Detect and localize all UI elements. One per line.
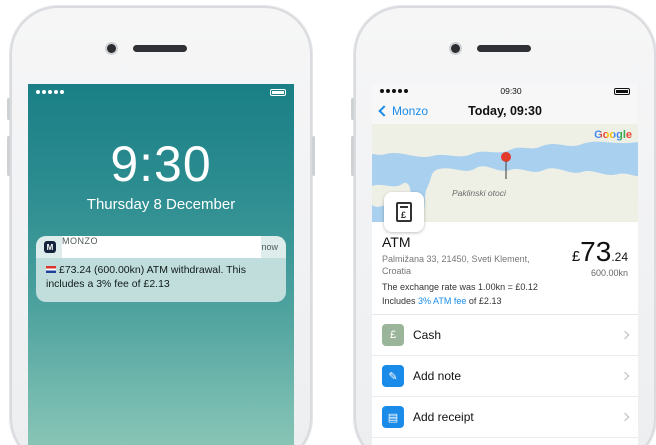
fee-text: Includes 3% ATM fee of £2.13 bbox=[382, 296, 628, 306]
lock-date: Thursday 8 December bbox=[86, 196, 236, 213]
row-label: Add note bbox=[413, 369, 462, 383]
power-button bbox=[312, 136, 315, 176]
lock-clock: 9:30 bbox=[110, 136, 212, 192]
transaction-amount: £73.24 bbox=[572, 236, 628, 268]
notification-time: now bbox=[261, 242, 278, 252]
amount-minor: .24 bbox=[611, 250, 628, 264]
chevron-left-icon bbox=[378, 105, 390, 117]
google-logo: Google bbox=[594, 129, 632, 141]
front-camera bbox=[107, 44, 116, 53]
signal-icon bbox=[380, 89, 408, 93]
receipt-icon: ▤ bbox=[382, 406, 404, 428]
phone-frame-left: 9:30 Thursday 8 December M MONZO now £73… bbox=[7, 6, 315, 445]
chevron-right-icon bbox=[620, 412, 630, 422]
atm-merchant-icon: £ bbox=[384, 192, 424, 232]
signal-icon bbox=[36, 90, 64, 94]
earpiece-speaker bbox=[477, 45, 531, 52]
chevron-right-icon bbox=[620, 330, 630, 340]
transaction-details: ATM £73.24 600.00kn Palmižana 33, 21450,… bbox=[372, 234, 638, 306]
volume-up-button bbox=[7, 136, 10, 176]
notification-app-name: MONZO bbox=[62, 236, 262, 258]
amount-currency: £ bbox=[571, 248, 581, 265]
row-add-receipt[interactable]: ▤ Add receipt bbox=[372, 397, 638, 438]
atm-fee-link[interactable]: 3% ATM fee bbox=[418, 296, 466, 306]
volume-up-button bbox=[351, 136, 354, 176]
earpiece-speaker bbox=[133, 45, 187, 52]
notification-header: M MONZO now bbox=[36, 236, 286, 258]
amount-major: 73 bbox=[580, 236, 612, 267]
fee-prefix: Includes bbox=[382, 296, 416, 306]
cash-icon: £ bbox=[382, 324, 404, 346]
notification-body: £73.24 (600.00kn) ATM withdrawal. This i… bbox=[36, 258, 286, 291]
fee-suffix: of £2.13 bbox=[468, 296, 502, 306]
notification-message: £73.24 (600.00kn) ATM withdrawal. This i… bbox=[46, 264, 246, 290]
mute-switch bbox=[7, 98, 10, 120]
croatia-flag-icon bbox=[46, 266, 56, 273]
front-camera bbox=[451, 44, 460, 53]
chevron-right-icon bbox=[620, 371, 630, 381]
navigation-bar: Monzo Today, 09:30 bbox=[372, 98, 638, 124]
row-cash[interactable]: £ Cash bbox=[372, 315, 638, 356]
lock-screen: 9:30 Thursday 8 December M MONZO now £73… bbox=[28, 84, 294, 445]
row-label: Add receipt bbox=[413, 410, 474, 424]
back-button[interactable]: Monzo bbox=[378, 104, 428, 118]
status-time: 09:30 bbox=[500, 86, 522, 96]
monzo-app-icon: M bbox=[44, 241, 56, 253]
back-label: Monzo bbox=[392, 104, 429, 118]
merchant-address: Palmižana 33, 21450, Sveti Klement, Croa… bbox=[382, 254, 530, 276]
action-list: £ Cash ✎ Add note ▤ Add receipt bbox=[372, 314, 638, 438]
map-place-label: Paklinski otoci bbox=[452, 188, 506, 198]
pencil-icon: ✎ bbox=[382, 365, 404, 387]
battery-icon bbox=[270, 88, 286, 96]
status-bar: 09:30 bbox=[372, 84, 638, 98]
status-bar bbox=[28, 84, 294, 100]
google-logo-text: Google bbox=[594, 129, 632, 141]
atm-pound-glyph: £ bbox=[401, 210, 407, 220]
mute-switch bbox=[351, 98, 354, 120]
exchange-rate-text: The exchange rate was 1.00kn = £0.12 bbox=[382, 282, 538, 292]
amount-local-currency: 600.00kn bbox=[590, 268, 628, 278]
notification-card[interactable]: M MONZO now £73.24 (600.00kn) ATM withdr… bbox=[36, 236, 286, 302]
row-label: Cash bbox=[413, 328, 442, 342]
transaction-screen: 09:30 Monzo Today, 09:30 Google Paklinsk… bbox=[372, 84, 638, 445]
phone-frame-right: 09:30 Monzo Today, 09:30 Google Paklinsk… bbox=[351, 6, 656, 445]
row-add-note[interactable]: ✎ Add note bbox=[372, 356, 638, 397]
battery-icon bbox=[614, 87, 630, 95]
